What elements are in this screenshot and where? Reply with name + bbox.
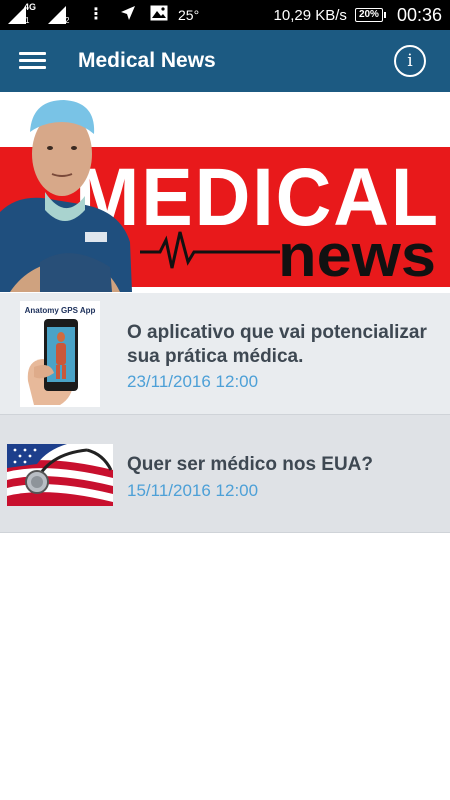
network-speed-label: 10,29 KB/s [273, 6, 347, 24]
clock-label: 00:36 [396, 4, 442, 25]
news-title-line: O aplicativo que vai potencializar [127, 322, 427, 343]
battery-icon: 20% [354, 8, 386, 22]
app-bar: Medical News i [0, 30, 450, 92]
banner-news-word: news [278, 222, 436, 289]
network-type-label: 4G [24, 2, 37, 12]
status-bar: 4G 1 2 ⋮ 25° 10,29 KB/s 20% 00:36 [0, 0, 450, 30]
news-item[interactable]: Anatomy GPS App O aplicativo que vai pot… [0, 293, 450, 415]
news-item[interactable]: Quer ser médico nos EUA? 15/11/2016 12:0… [0, 415, 450, 533]
news-date: 23/11/2016 12:00 [127, 372, 259, 391]
news-title: Quer ser médico nos EUA? [127, 454, 374, 475]
location-arrow-icon [120, 5, 136, 26]
news-date: 15/11/2016 12:00 [127, 481, 259, 500]
status-right-icons: 10,29 KB/s 20% 00:36 [274, 0, 442, 30]
app-title: Medical News [78, 49, 216, 72]
news-list: Anatomy GPS App O aplicativo que vai pot… [0, 293, 450, 533]
hamburger-menu-icon[interactable] [15, 46, 49, 76]
temperature-label: 25° [178, 7, 200, 23]
signal-sim1-icon: 4G 1 [8, 2, 36, 25]
sim2-label: 2 [65, 16, 70, 25]
info-icon[interactable]: i [394, 45, 426, 77]
status-left-icons: 4G 1 2 ⋮ 25° [8, 0, 199, 30]
news-thumbnail-image [7, 444, 113, 506]
sim1-label: 1 [25, 16, 30, 25]
news-thumbnail-image: Anatomy GPS App [20, 301, 100, 407]
more-notifications-icon: ⋮ [88, 6, 104, 23]
image-notification-icon [150, 5, 168, 26]
signal-sim2-icon: 2 [48, 6, 70, 25]
news-title: O aplicativo que vai potencializar sua p… [127, 321, 437, 369]
news-title-line: sua prática médica. [127, 346, 304, 367]
medical-news-banner: MEDICAL news [0, 92, 450, 292]
